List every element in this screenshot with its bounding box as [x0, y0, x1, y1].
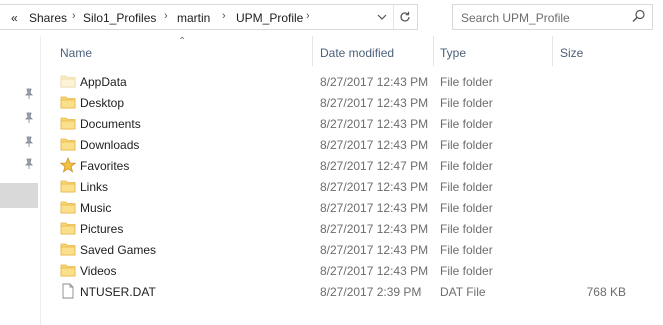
- pin-icon[interactable]: [24, 88, 34, 100]
- folder-icon: [60, 178, 76, 194]
- column-divider[interactable]: [433, 36, 434, 66]
- folder-icon: [60, 220, 76, 236]
- file-date-modified: 8/27/2017 12:47 PM: [320, 159, 429, 173]
- file-type: File folder: [440, 180, 493, 194]
- folder-icon: [60, 94, 76, 110]
- file-type: File folder: [440, 159, 493, 173]
- file-date-modified: 8/27/2017 12:43 PM: [320, 75, 429, 89]
- file-row[interactable]: Pictures 8/27/2017 12:43 PM File folder: [56, 218, 656, 239]
- file-date-modified: 8/27/2017 12:43 PM: [320, 117, 429, 131]
- column-header-type[interactable]: Type: [435, 36, 551, 70]
- file-row[interactable]: Downloads 8/27/2017 12:43 PM File folder: [56, 134, 656, 155]
- folder-icon: [60, 262, 76, 278]
- file-name[interactable]: Favorites: [80, 159, 129, 173]
- file-date-modified: 8/27/2017 12:43 PM: [320, 180, 429, 194]
- file-date-modified: 8/27/2017 12:43 PM: [320, 138, 429, 152]
- file-row[interactable]: Favorites 8/27/2017 12:47 PM File folder: [56, 155, 656, 176]
- column-header-name[interactable]: Name: [56, 36, 310, 70]
- chevron-right-icon[interactable]: ›: [222, 10, 226, 22]
- file-date-modified: 8/27/2017 12:43 PM: [320, 264, 429, 278]
- file-row[interactable]: Desktop 8/27/2017 12:43 PM File folder: [56, 92, 656, 113]
- chevron-down-icon[interactable]: [371, 5, 393, 29]
- file-name[interactable]: Links: [80, 180, 108, 194]
- file-name[interactable]: Videos: [80, 264, 116, 278]
- file-type: File folder: [440, 222, 493, 236]
- folder-icon: [60, 199, 76, 215]
- file-name[interactable]: Downloads: [80, 138, 139, 152]
- file-name[interactable]: Pictures: [80, 222, 123, 236]
- file-row[interactable]: AppData 8/27/2017 12:43 PM File folder: [56, 71, 656, 92]
- folder-icon: [60, 241, 76, 257]
- address-bar[interactable]: « Shares › Silo1_Profiles › martin › UPM…: [0, 4, 418, 30]
- address-overflow[interactable]: «: [11, 11, 18, 25]
- file-date-modified: 8/27/2017 12:43 PM: [320, 243, 429, 257]
- folder-icon: [60, 136, 76, 152]
- search-box[interactable]: Search UPM_Profile: [452, 4, 653, 30]
- file-row[interactable]: Videos 8/27/2017 12:43 PM File folder: [56, 260, 656, 281]
- file-row[interactable]: Music 8/27/2017 12:43 PM File folder: [56, 197, 656, 218]
- pin-icon[interactable]: [24, 112, 34, 124]
- pin-icon[interactable]: [24, 158, 34, 170]
- column-header-size[interactable]: Size: [554, 36, 644, 70]
- file-type: File folder: [440, 264, 493, 278]
- file-icon: [60, 283, 76, 299]
- column-divider[interactable]: [552, 36, 553, 66]
- navigation-pane: [0, 36, 38, 325]
- file-type: File folder: [440, 75, 493, 89]
- file-date-modified: 8/27/2017 12:43 PM: [320, 201, 429, 215]
- file-type: DAT File: [440, 285, 486, 299]
- file-name[interactable]: Documents: [80, 117, 141, 131]
- file-row[interactable]: Documents 8/27/2017 12:43 PM File folder: [56, 113, 656, 134]
- file-name[interactable]: Music: [80, 201, 111, 215]
- chevron-right-icon[interactable]: ›: [164, 10, 168, 22]
- file-date-modified: 8/27/2017 12:43 PM: [320, 96, 429, 110]
- file-type: File folder: [440, 138, 493, 152]
- pin-icon[interactable]: [24, 136, 34, 148]
- chevron-right-icon[interactable]: ›: [72, 10, 76, 22]
- breadcrumb-upm-profile[interactable]: UPM_Profile: [236, 11, 303, 25]
- file-name[interactable]: AppData: [80, 75, 127, 89]
- file-row[interactable]: Links 8/27/2017 12:43 PM File folder: [56, 176, 656, 197]
- file-type: File folder: [440, 243, 493, 257]
- file-date-modified: 8/27/2017 2:39 PM: [320, 285, 422, 299]
- breadcrumb-shares[interactable]: Shares: [29, 11, 67, 25]
- column-divider[interactable]: [312, 36, 313, 66]
- file-row[interactable]: Saved Games 8/27/2017 12:43 PM File folder: [56, 239, 656, 260]
- file-type: File folder: [440, 201, 493, 215]
- folder-faded-icon: [60, 73, 76, 89]
- folder-icon: [60, 115, 76, 131]
- column-header-date[interactable]: Date modified: [314, 36, 432, 70]
- nav-item-selected[interactable]: [0, 183, 38, 208]
- file-type: File folder: [440, 117, 493, 131]
- breadcrumb-martin[interactable]: martin: [177, 11, 210, 25]
- file-date-modified: 8/27/2017 12:43 PM: [320, 222, 429, 236]
- file-type: File folder: [440, 96, 493, 110]
- file-name[interactable]: Saved Games: [80, 243, 156, 257]
- file-name[interactable]: NTUSER.DAT: [80, 285, 156, 299]
- breadcrumb-silo1-profiles[interactable]: Silo1_Profiles: [83, 11, 156, 25]
- search-input[interactable]: Search UPM_Profile: [461, 11, 570, 25]
- file-row[interactable]: NTUSER.DAT 8/27/2017 2:39 PM DAT File 768 K…: [56, 281, 656, 302]
- chevron-right-icon[interactable]: ›: [306, 10, 310, 22]
- search-icon[interactable]: [632, 9, 646, 23]
- refresh-icon[interactable]: [393, 5, 416, 29]
- file-name[interactable]: Desktop: [80, 96, 124, 110]
- star-icon: [59, 156, 77, 173]
- pane-divider[interactable]: [40, 36, 41, 325]
- file-size: 768 KB: [586, 285, 626, 299]
